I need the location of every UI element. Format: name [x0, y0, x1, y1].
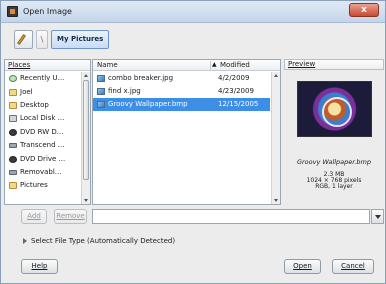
- close-button[interactable]: x: [349, 3, 379, 17]
- folder-icon: [9, 182, 17, 190]
- place-label: Recently U...: [20, 74, 65, 83]
- file-list: combo breaker.jpg 4/2/2009 find x.jpg 4/…: [93, 72, 270, 111]
- window-title: Open Image: [23, 7, 72, 16]
- image-file-icon: [97, 101, 105, 108]
- usb-icon: [9, 143, 17, 149]
- place-item-dvd-rw[interactable]: DVD RW D...: [5, 126, 81, 139]
- file-row[interactable]: find x.jpg 4/23/2009: [93, 85, 270, 98]
- places-pane: Places Recently U... Joel Desktop Local …: [4, 59, 91, 205]
- modified-column-header[interactable]: Modified: [220, 60, 250, 70]
- place-item-transcend[interactable]: Transcend ...: [5, 139, 81, 152]
- place-label: DVD Drive ...: [20, 154, 66, 163]
- file-modified: 12/15/2005: [218, 100, 259, 108]
- file-list-header: Name ▲ Modified: [93, 60, 280, 71]
- file-row-selected[interactable]: Groovy Wallpaper.bmp 12/15/2005: [93, 98, 270, 111]
- disk-icon: [9, 115, 17, 123]
- open-image-dialog: Open Image x \ My Pictures Places Recent…: [0, 0, 386, 284]
- file-list-pane: Name ▲ Modified combo breaker.jpg 4/2/20…: [92, 59, 281, 205]
- filter-dropdown-arrow-icon[interactable]: [371, 209, 384, 224]
- place-item-pictures[interactable]: Pictures: [5, 179, 81, 192]
- folder-icon: [9, 88, 17, 96]
- open-button[interactable]: Open: [284, 259, 321, 274]
- preview-layers: RGB, 1 layer: [315, 183, 353, 190]
- remove-bookmark-button[interactable]: Remove: [54, 209, 87, 224]
- place-label: Pictures: [20, 181, 48, 190]
- place-label: Desktop: [20, 100, 49, 109]
- file-modified: 4/23/2009: [218, 87, 254, 95]
- cancel-button[interactable]: Cancel: [332, 259, 374, 274]
- file-modified: 4/2/2009: [218, 74, 250, 82]
- expander-arrow-icon: [23, 238, 27, 244]
- preview-header: Preview: [284, 59, 384, 70]
- scroll-down-icon[interactable]: [274, 199, 278, 202]
- place-item-joel[interactable]: Joel: [5, 85, 81, 98]
- places-scrollbar[interactable]: [81, 72, 90, 204]
- path-current-folder-button[interactable]: My Pictures: [51, 30, 110, 49]
- image-file-icon: [97, 88, 105, 95]
- scroll-up-icon[interactable]: [84, 74, 88, 77]
- select-file-type-expander[interactable]: Select File Type (Automatically Detected…: [23, 237, 175, 245]
- places-list: Recently U... Joel Desktop Local Disk ..…: [5, 72, 81, 193]
- places-header[interactable]: Places: [5, 60, 90, 71]
- add-bookmark-button[interactable]: Add: [21, 209, 47, 224]
- files-scrollbar[interactable]: [271, 72, 280, 204]
- dvd-icon: [9, 155, 17, 163]
- place-item-recent[interactable]: Recently U...: [5, 72, 81, 85]
- gimp-app-icon: [7, 6, 18, 17]
- place-label: Removabl...: [20, 167, 62, 176]
- file-name-cell: Groovy Wallpaper.bmp: [97, 98, 188, 111]
- preview-thumbnail[interactable]: [297, 81, 372, 137]
- image-file-icon: [97, 75, 105, 82]
- places-header-label: Places: [8, 61, 31, 69]
- help-button[interactable]: Help: [21, 259, 58, 274]
- scroll-up-icon[interactable]: [274, 74, 278, 77]
- recent-icon: [9, 75, 17, 83]
- place-item-removable[interactable]: Removabl...: [5, 166, 81, 179]
- places-scroll-thumb[interactable]: [83, 80, 89, 180]
- place-label: DVD RW D...: [20, 127, 64, 136]
- place-label: Joel: [20, 87, 33, 96]
- file-name-cell: combo breaker.jpg: [97, 72, 173, 85]
- column-divider: [210, 61, 211, 70]
- file-row[interactable]: combo breaker.jpg 4/2/2009: [93, 72, 270, 85]
- type-location-button[interactable]: [14, 30, 33, 49]
- place-label: Local Disk ...: [20, 114, 65, 123]
- pencil-icon: [17, 34, 26, 45]
- title-bar[interactable]: Open Image x: [1, 1, 385, 23]
- desktop-icon: [9, 101, 17, 109]
- place-item-desktop[interactable]: Desktop: [5, 99, 81, 112]
- file-filter-combo[interactable]: [92, 209, 370, 224]
- path-root-button[interactable]: \: [36, 30, 48, 49]
- name-column-header[interactable]: Name: [97, 60, 118, 70]
- place-item-dvd-drive[interactable]: DVD Drive ...: [5, 152, 81, 165]
- dvd-icon: [9, 128, 17, 136]
- path-bar: \ My Pictures: [14, 30, 110, 50]
- preview-pane: Preview Groovy Wallpaper.bmp 2.3 MB 1024…: [284, 59, 384, 205]
- preview-header-label: Preview: [288, 60, 316, 68]
- place-label: Transcend ...: [20, 141, 65, 150]
- sort-arrow-icon: ▲: [212, 61, 217, 68]
- preview-filename: Groovy Wallpaper.bmp: [296, 158, 372, 166]
- file-name: find x.jpg: [108, 87, 141, 95]
- file-name-cell: find x.jpg: [97, 85, 141, 98]
- file-name: Groovy Wallpaper.bmp: [108, 100, 188, 108]
- expander-label: Select File Type (Automatically Detected…: [31, 237, 176, 245]
- usb-icon: [9, 169, 17, 175]
- file-name: combo breaker.jpg: [108, 74, 174, 82]
- scroll-down-icon[interactable]: [84, 199, 88, 202]
- place-item-local-disk[interactable]: Local Disk ...: [5, 112, 81, 125]
